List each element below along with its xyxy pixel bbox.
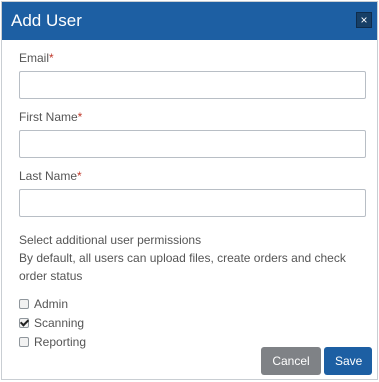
required-marker: *	[49, 51, 54, 65]
first-name-field[interactable]	[19, 130, 366, 158]
last-name-label: Last Name*	[19, 169, 82, 183]
scanning-checkbox-label: Scanning	[34, 316, 85, 330]
permissions-title: Select additional user permissions	[19, 233, 202, 247]
required-marker: *	[77, 110, 83, 124]
reporting-checkbox[interactable]	[19, 337, 29, 347]
close-icon[interactable]: ×	[356, 12, 372, 28]
admin-checkbox-label: Admin	[34, 297, 69, 311]
required-marker: *	[77, 169, 82, 183]
add-user-dialog: Add User × Email* First Name* Last Name*…	[1, 1, 378, 380]
admin-checkbox-row[interactable]: Admin	[19, 295, 362, 313]
last-name-field[interactable]	[19, 189, 366, 217]
dialog-body: Email* First Name* Last Name* Select add…	[2, 51, 377, 351]
permissions-description: By default, all users can upload files, …	[19, 251, 346, 283]
dialog-title: Add User	[11, 11, 82, 30]
scanning-checkbox[interactable]	[19, 318, 29, 328]
reporting-checkbox-label: Reporting	[34, 335, 87, 349]
dialog-titlebar: Add User ×	[2, 2, 377, 40]
scanning-checkbox-row[interactable]: Scanning	[19, 314, 362, 332]
first-name-label: First Name*	[19, 110, 83, 124]
dialog-actions: Cancel Save	[261, 347, 372, 375]
admin-checkbox[interactable]	[19, 299, 29, 309]
permissions-list: Admin Scanning Reporting	[19, 295, 362, 351]
save-button[interactable]: Save	[324, 347, 372, 375]
email-label: Email*	[19, 51, 54, 65]
cancel-button[interactable]: Cancel	[261, 347, 321, 375]
email-field[interactable]	[19, 71, 366, 99]
